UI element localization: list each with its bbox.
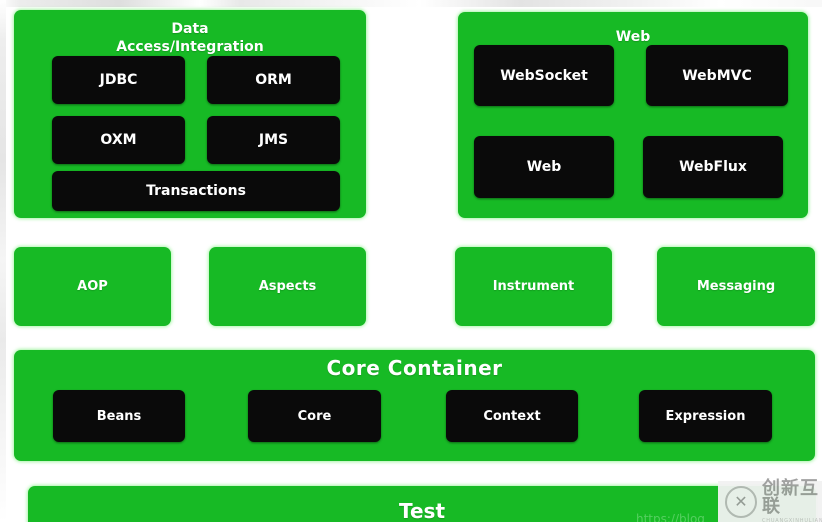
watermark: ✕ 创新互联 CHUANGXINHULIAN bbox=[718, 477, 822, 522]
module-beans[interactable]: Beans bbox=[53, 390, 185, 442]
module-label: Expression bbox=[665, 408, 746, 424]
module-label: JDBC bbox=[99, 72, 138, 88]
module-web[interactable]: Web bbox=[474, 136, 614, 198]
module-webmvc[interactable]: WebMVC bbox=[646, 45, 788, 106]
module-websocket[interactable]: WebSocket bbox=[474, 45, 614, 106]
module-label: WebFlux bbox=[679, 159, 747, 175]
watermark-text: 创新互联 CHUANGXINHULIAN bbox=[762, 477, 822, 522]
watermark-logo-glyph: ✕ bbox=[734, 492, 748, 511]
scan-artifact-left bbox=[0, 0, 6, 522]
module-aspects[interactable]: Aspects bbox=[209, 247, 366, 326]
module-orm[interactable]: ORM bbox=[207, 56, 340, 104]
module-transactions[interactable]: Transactions bbox=[52, 171, 340, 211]
module-label: Beans bbox=[96, 408, 142, 424]
panel-web[interactable]: Web WebSocket WebMVC Web WebFlux bbox=[458, 12, 808, 218]
module-label: Web bbox=[526, 159, 562, 175]
panel-title-core-container: Core Container bbox=[326, 356, 503, 380]
module-label: Core bbox=[297, 408, 332, 424]
module-label: Messaging bbox=[696, 279, 776, 294]
module-messaging[interactable]: Messaging bbox=[657, 247, 815, 326]
module-core[interactable]: Core bbox=[248, 390, 381, 442]
scan-artifact-top bbox=[0, 0, 822, 7]
module-webflux[interactable]: WebFlux bbox=[643, 136, 783, 198]
module-oxm[interactable]: OXM bbox=[52, 116, 185, 164]
module-jms[interactable]: JMS bbox=[207, 116, 340, 164]
diagram-canvas: Data Access/Integration JDBC ORM OXM JMS… bbox=[0, 0, 822, 522]
module-label: Aspects bbox=[258, 279, 317, 294]
watermark-brand: 创新互联 bbox=[762, 477, 819, 517]
module-aop[interactable]: AOP bbox=[14, 247, 171, 326]
module-context[interactable]: Context bbox=[446, 390, 578, 442]
module-label: Transactions bbox=[146, 183, 246, 199]
module-label: JMS bbox=[258, 132, 289, 148]
watermark-subtitle: CHUANGXINHULIAN bbox=[762, 517, 822, 522]
module-label: AOP bbox=[77, 279, 108, 294]
module-label: Instrument bbox=[492, 279, 575, 294]
module-label: Context bbox=[483, 408, 541, 424]
footer-url: https://blog bbox=[636, 512, 705, 522]
module-label: ORM bbox=[255, 72, 292, 88]
panel-core-container[interactable]: Core Container Beans Core Context Expres… bbox=[14, 350, 815, 461]
module-label: OXM bbox=[100, 132, 137, 148]
module-jdbc[interactable]: JDBC bbox=[52, 56, 185, 104]
panel-data-access-integration[interactable]: Data Access/Integration JDBC ORM OXM JMS… bbox=[14, 10, 366, 218]
watermark-logo-icon: ✕ bbox=[725, 485, 757, 518]
module-instrument[interactable]: Instrument bbox=[455, 247, 612, 326]
module-label: WebSocket bbox=[500, 67, 588, 84]
module-label: WebMVC bbox=[682, 67, 752, 84]
panel-title-data-access-integration: Data Access/Integration bbox=[116, 21, 264, 56]
panel-title-web: Web bbox=[615, 29, 651, 45]
module-expression[interactable]: Expression bbox=[639, 390, 772, 442]
